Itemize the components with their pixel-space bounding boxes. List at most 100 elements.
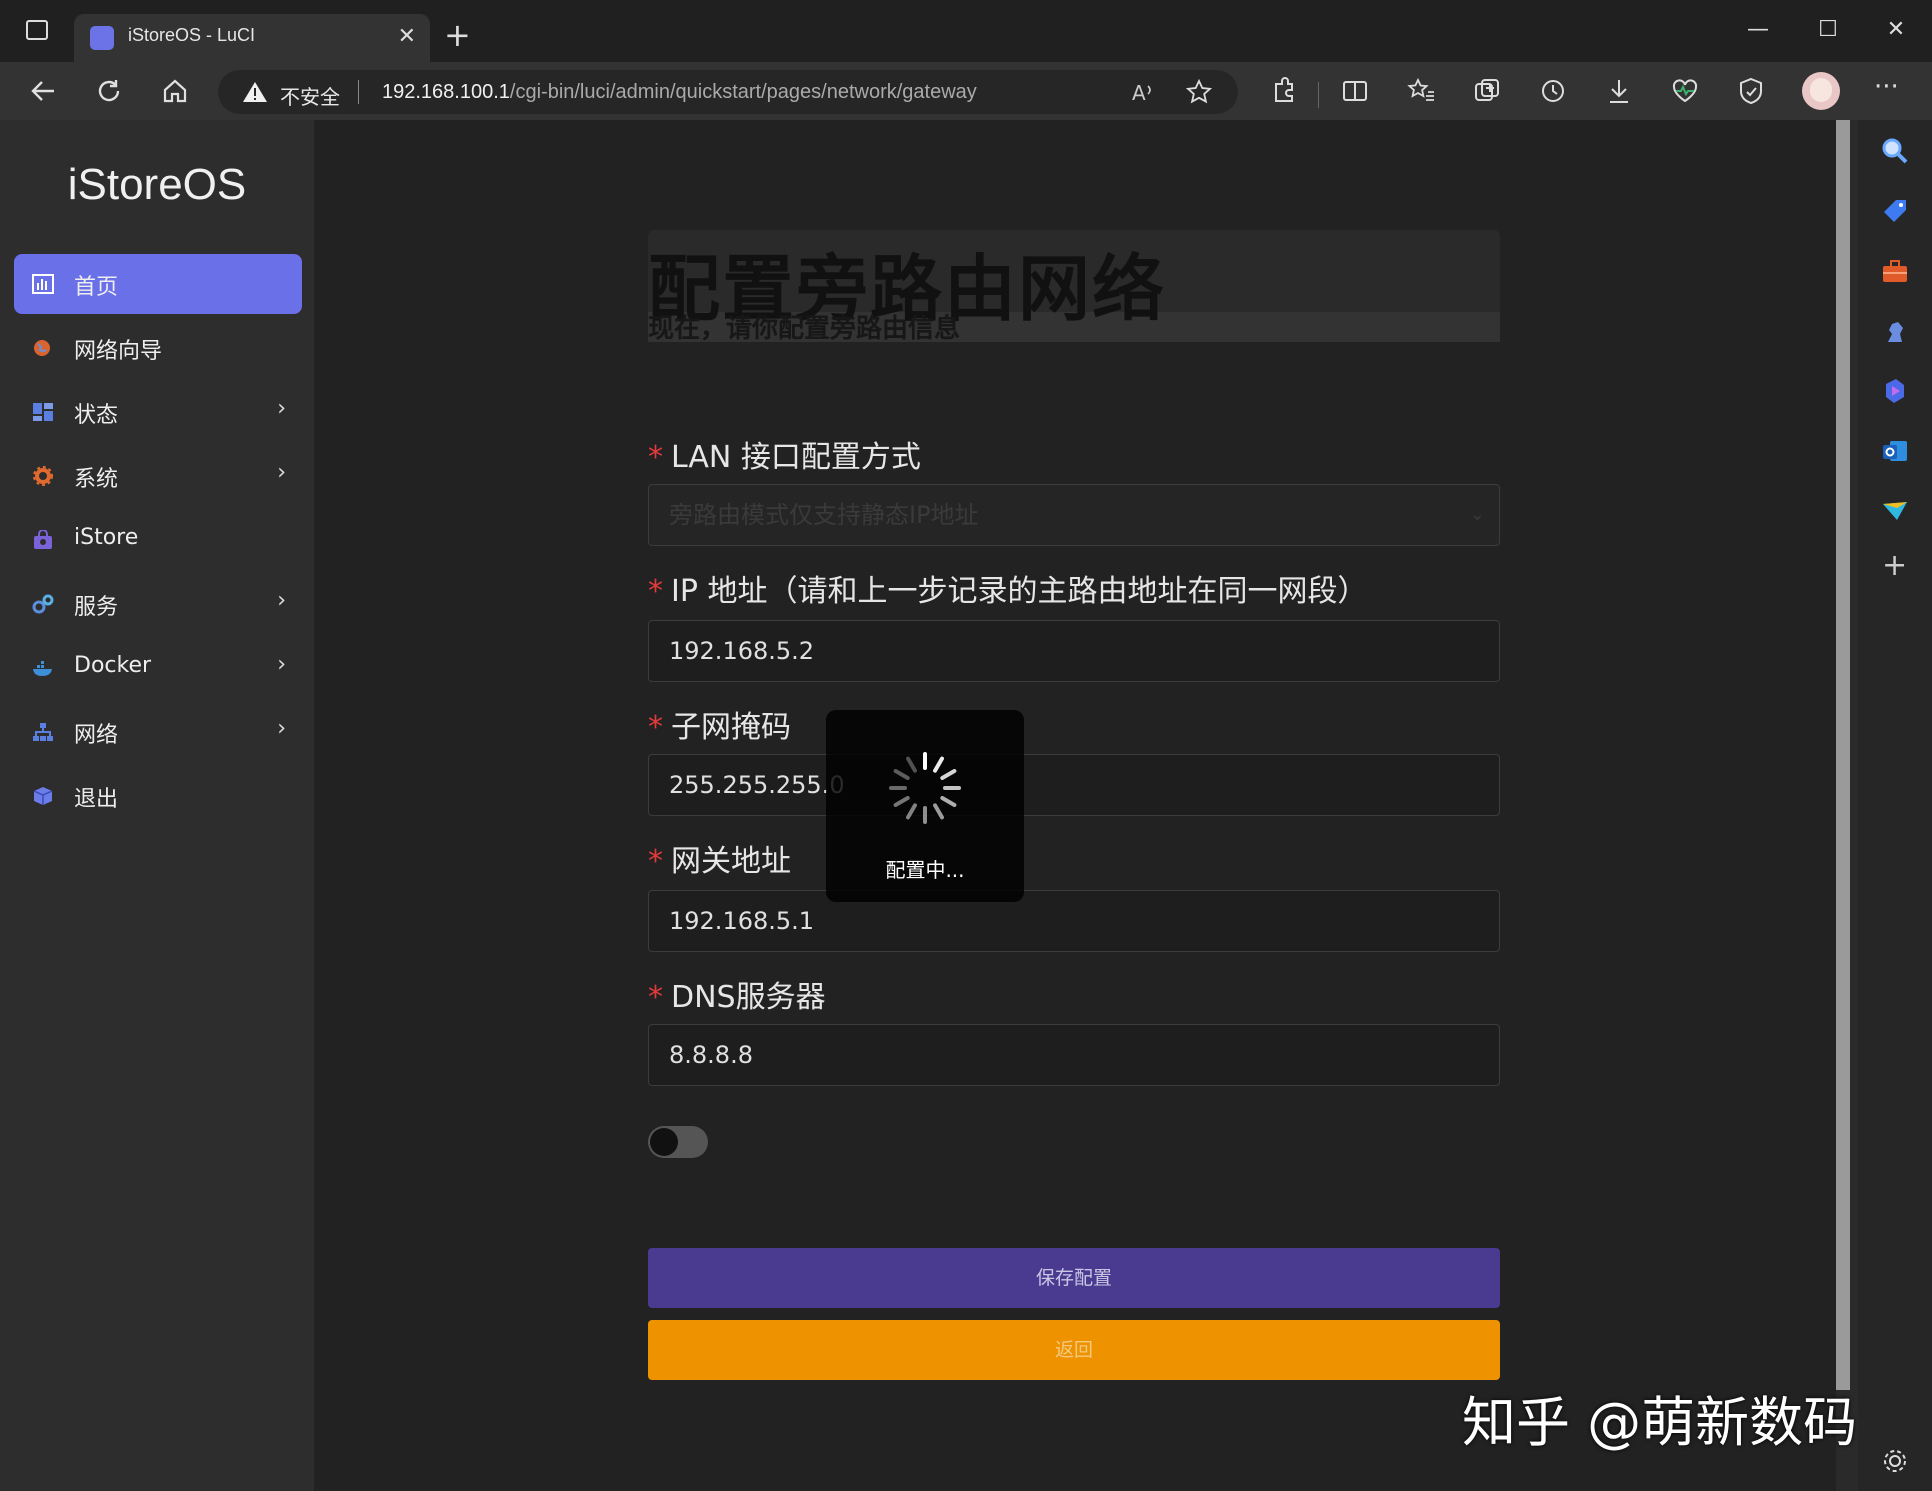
- sidebar-item-label: Docker: [74, 653, 152, 678]
- sidebar-item-label: iStore: [74, 525, 139, 550]
- settings-icon[interactable]: [1880, 1446, 1910, 1476]
- new-tab-icon[interactable]: +: [444, 18, 471, 52]
- chevron-right-icon: ›: [277, 716, 286, 741]
- read-aloud-icon[interactable]: A: [1130, 80, 1156, 104]
- main-content: 配置旁路由网络 现在，请你配置旁路由信息 * LAN 接口配置方式 旁路由模式仅支…: [314, 120, 1836, 1491]
- back-button[interactable]: 返回: [648, 1320, 1500, 1380]
- lan-mode-value: 旁路由模式仅支持静态IP地址: [669, 501, 979, 529]
- chevron-right-icon: ›: [277, 652, 286, 677]
- close-tab-icon[interactable]: ✕: [398, 24, 416, 50]
- tab-actions-icon[interactable]: [26, 20, 48, 40]
- svg-text:A: A: [1132, 81, 1146, 104]
- required-mark: *: [648, 980, 663, 1015]
- watermark: 知乎 @萌新数码: [1462, 1391, 1858, 1454]
- tab-title: iStoreOS - LuCI: [128, 25, 256, 45]
- maximize-icon[interactable]: ☐: [1800, 10, 1856, 50]
- sidebar-item-status[interactable]: 状态 ›: [14, 382, 302, 442]
- search-icon[interactable]: [1880, 136, 1910, 166]
- sidebar-item-docker[interactable]: Docker ›: [14, 638, 302, 698]
- back-icon[interactable]: [26, 74, 60, 108]
- netmask-input[interactable]: 255.255.255.0: [648, 754, 1500, 816]
- chevron-right-icon: ›: [277, 396, 286, 421]
- dashboard-icon: [32, 274, 54, 294]
- loading-overlay: 配置中...: [826, 710, 1024, 902]
- sidebar-item-network-wizard[interactable]: 网络向导: [14, 318, 302, 378]
- copilot-icon[interactable]: [1880, 376, 1910, 406]
- divider: [358, 80, 359, 104]
- sidebar-item-label: 系统: [74, 467, 119, 492]
- save-config-button[interactable]: 保存配置: [648, 1248, 1500, 1308]
- url-text[interactable]: 192.168.100.1/cgi-bin/luci/admin/quickst…: [382, 81, 977, 104]
- toggle-knob: [650, 1128, 678, 1156]
- profile-avatar[interactable]: [1802, 72, 1840, 110]
- brand-logo: iStoreOS: [67, 160, 247, 209]
- refresh-icon[interactable]: [92, 74, 126, 108]
- chevron-right-icon: ›: [277, 460, 286, 485]
- sidebar-item-label: 网络: [74, 723, 119, 748]
- history-icon[interactable]: [1536, 74, 1570, 108]
- required-mark: *: [648, 574, 663, 609]
- security-label[interactable]: 不安全: [280, 81, 340, 110]
- games-icon[interactable]: [1880, 316, 1910, 346]
- warning-icon[interactable]: [242, 80, 268, 104]
- sidebar-item-home[interactable]: 首页: [14, 254, 302, 314]
- download-icon[interactable]: [1602, 74, 1636, 108]
- toggle-switch[interactable]: [648, 1126, 708, 1158]
- sidebar-item-istore[interactable]: iStore: [14, 510, 302, 570]
- required-mark: *: [648, 844, 663, 879]
- extensions-icon[interactable]: [1266, 74, 1300, 108]
- favorites-icon[interactable]: [1404, 74, 1438, 108]
- add-icon[interactable]: +: [1882, 548, 1907, 583]
- sidebar-item-logout[interactable]: 退出: [14, 766, 302, 826]
- ip-address-input[interactable]: 192.168.5.2: [648, 620, 1500, 682]
- outlook-icon[interactable]: [1880, 436, 1910, 466]
- sidebar-item-label: 服务: [74, 595, 119, 620]
- collections-icon[interactable]: [1470, 74, 1504, 108]
- edge-sidebar: +: [1858, 120, 1932, 1491]
- sidebar-item-label: 退出: [74, 787, 119, 812]
- bag-icon: [34, 530, 52, 549]
- browser-tab[interactable]: iStoreOS - LuCI ✕: [74, 14, 430, 62]
- istore-favicon-icon: [90, 26, 114, 50]
- dns-label: * DNS服务器: [648, 980, 826, 1015]
- browser-titlebar: iStoreOS - LuCI ✕ + — ☐ ✕: [0, 0, 1932, 62]
- address-bar[interactable]: 不安全 192.168.100.1/cgi-bin/luci/admin/qui…: [218, 70, 1238, 114]
- sidebar-item-label: 状态: [74, 403, 119, 428]
- split-screen-icon[interactable]: [1338, 74, 1372, 108]
- divider: [1318, 82, 1319, 108]
- sidebar-item-network[interactable]: 网络 ›: [14, 702, 302, 762]
- sidebar-item-label: 首页: [74, 275, 119, 300]
- gateway-input[interactable]: 192.168.5.1: [648, 890, 1500, 952]
- sidebar: iStoreOS 首页 网络向导 状态 › 系统 › iStore 服务 › D…: [0, 120, 314, 1491]
- globe-icon: [34, 340, 50, 356]
- send-icon[interactable]: [1880, 496, 1910, 526]
- sidebar-item-label: 网络向导: [74, 339, 163, 364]
- sidebar-item-system[interactable]: 系统 ›: [14, 446, 302, 506]
- network-icon: [33, 723, 53, 741]
- browser-toolbar: 不安全 192.168.100.1/cgi-bin/luci/admin/qui…: [0, 62, 1932, 120]
- scrollbar-thumb[interactable]: [1836, 120, 1850, 1390]
- tools-icon[interactable]: [1880, 256, 1910, 286]
- required-mark: *: [648, 710, 663, 745]
- gear-icon: [33, 466, 53, 486]
- chevron-right-icon: ›: [277, 588, 286, 613]
- grid-icon: [33, 403, 53, 421]
- favorite-star-icon[interactable]: [1186, 79, 1212, 105]
- required-mark: *: [648, 440, 663, 475]
- gateway-label: * 网关地址: [648, 844, 791, 879]
- netmask-label: * 子网掩码: [648, 710, 791, 745]
- close-window-icon[interactable]: ✕: [1868, 10, 1924, 50]
- shopping-tag-icon[interactable]: [1880, 196, 1910, 226]
- logout-icon: [33, 787, 53, 805]
- lan-mode-select[interactable]: 旁路由模式仅支持静态IP地址 ⌄: [648, 484, 1500, 546]
- home-icon[interactable]: [158, 74, 192, 108]
- sidebar-item-services[interactable]: 服务 ›: [14, 574, 302, 634]
- chevron-down-icon: ⌄: [1469, 504, 1485, 525]
- performance-icon[interactable]: [1734, 74, 1768, 108]
- health-icon[interactable]: [1668, 74, 1702, 108]
- more-menu-icon[interactable]: ···: [1874, 72, 1899, 102]
- page-content: iStoreOS 首页 网络向导 状态 › 系统 › iStore 服务 › D…: [0, 120, 1836, 1491]
- dns-input[interactable]: 8.8.8.8: [648, 1024, 1500, 1086]
- minimize-icon[interactable]: —: [1730, 10, 1786, 50]
- services-icon: [32, 594, 54, 614]
